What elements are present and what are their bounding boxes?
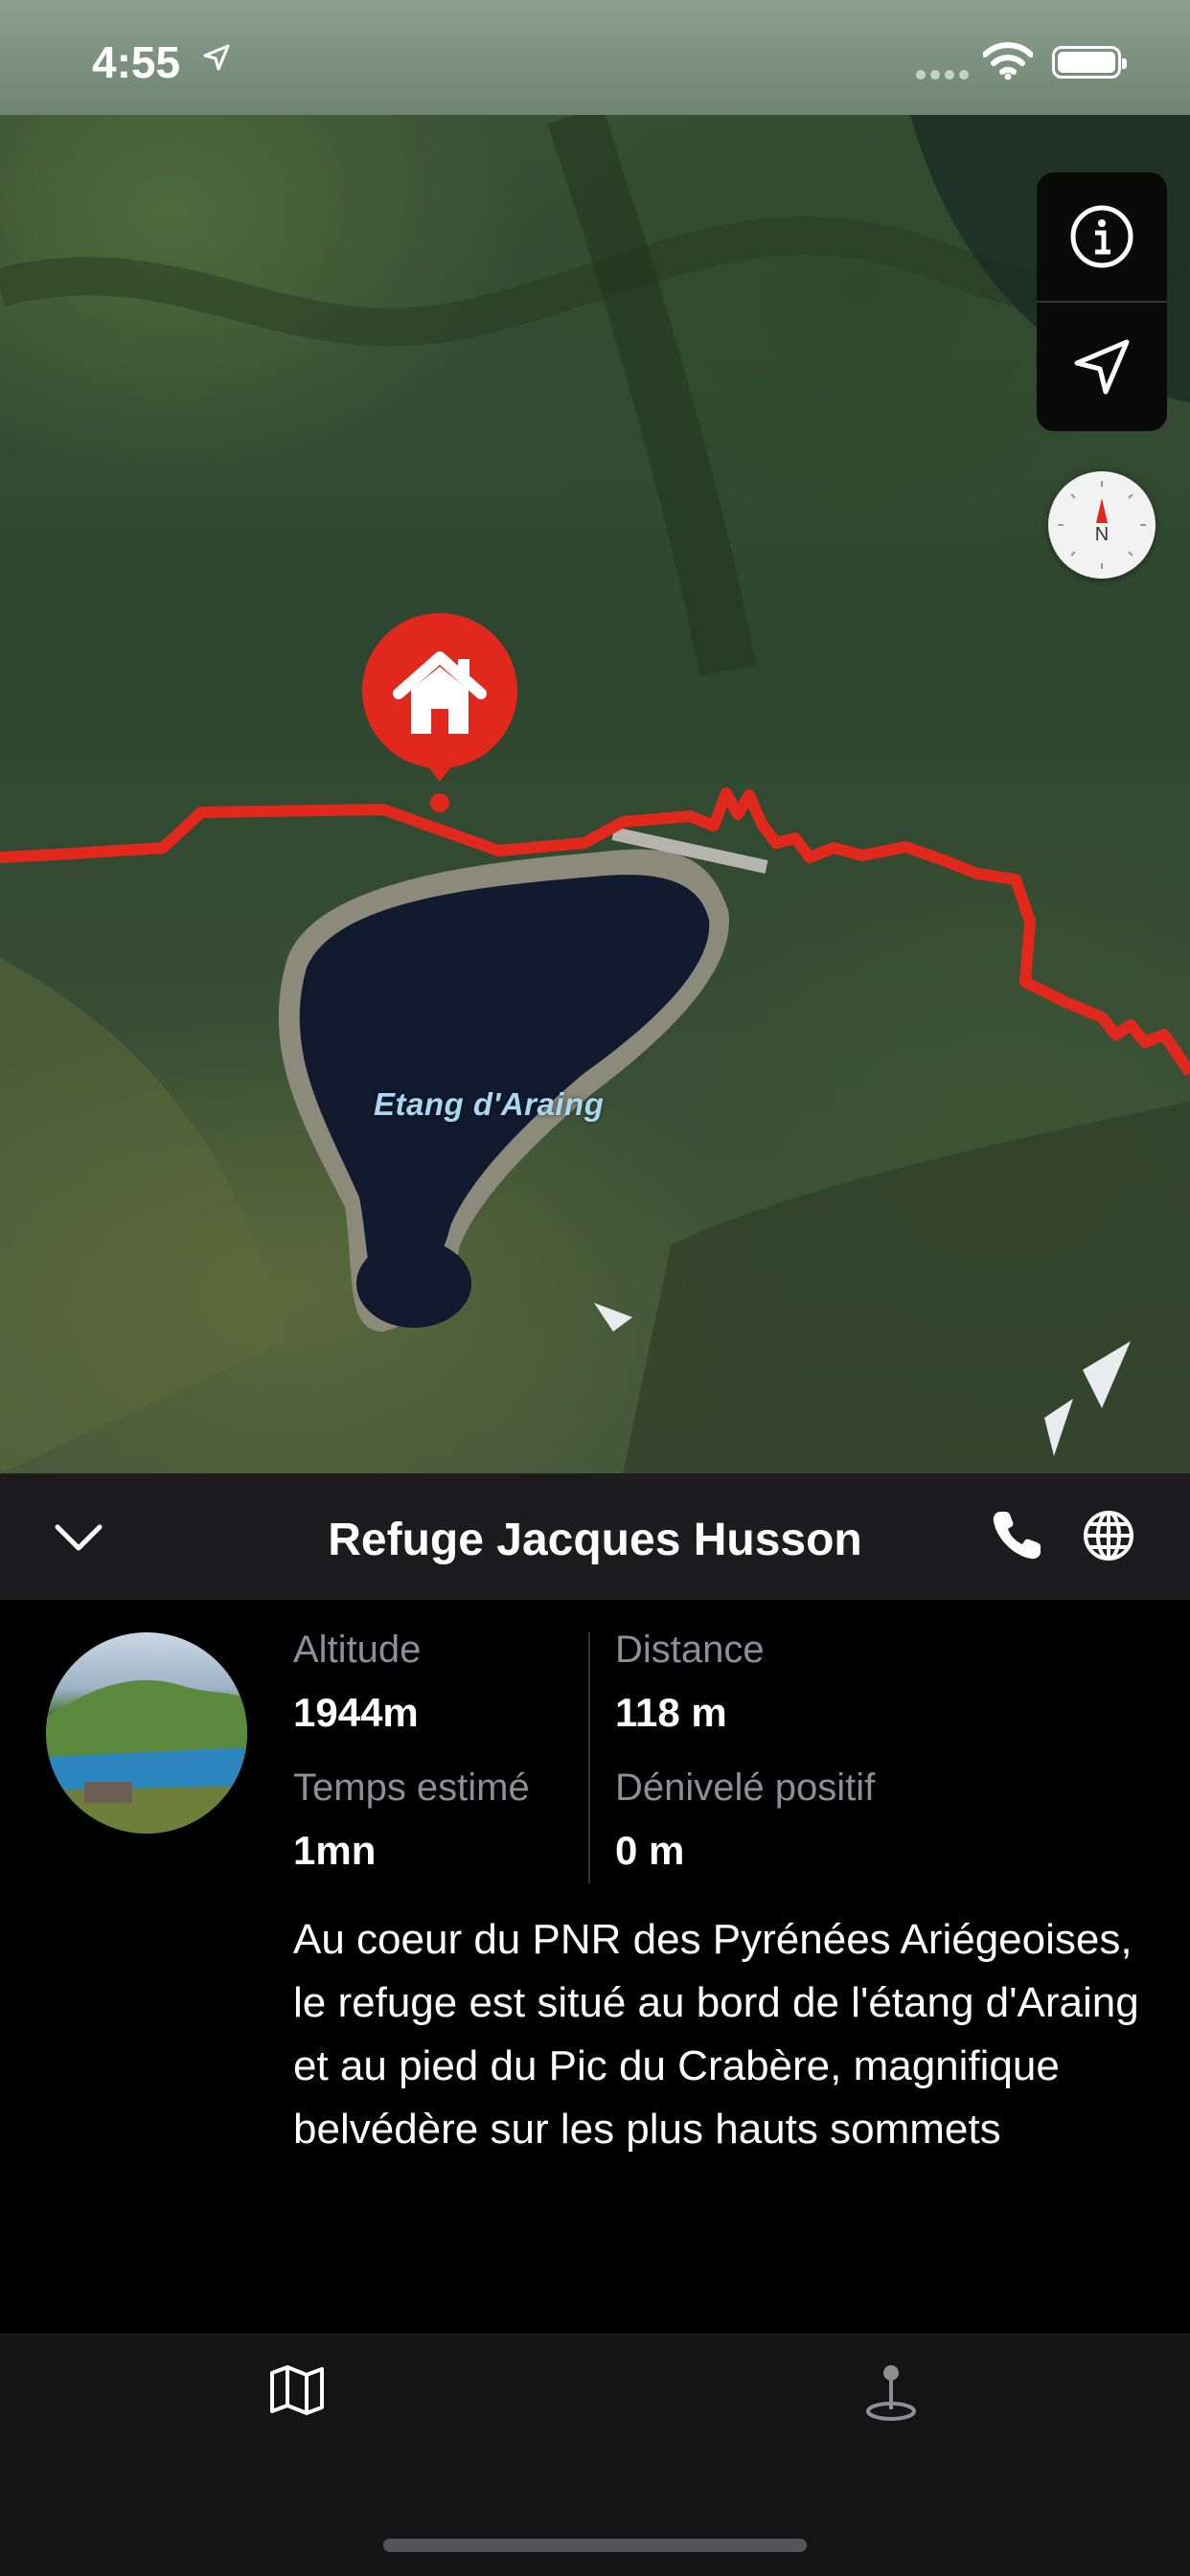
- duration-label: Temps estimé: [293, 1767, 530, 1809]
- place-details: Altitude 1944m Temps estimé 1mn Distance…: [0, 1600, 1190, 2334]
- refuge-pin[interactable]: [358, 609, 521, 825]
- wifi-icon: [983, 42, 1033, 80]
- stats-divider: [588, 1632, 590, 1883]
- locate-me-button[interactable]: [1037, 303, 1167, 431]
- map-view[interactable]: Etang d'Araing: [0, 0, 1190, 1473]
- place-description: Au coeur du PNR des Pyrénées Ariégeoises…: [293, 1916, 1139, 2153]
- pin-icon[interactable]: [862, 2361, 920, 2423]
- home-indicator[interactable]: [383, 2539, 807, 2552]
- battery-icon: [1052, 46, 1127, 79]
- refuge-photo[interactable]: [46, 1632, 247, 1834]
- elevation-gain-label: Dénivelé positif: [615, 1767, 876, 1809]
- map-controls: [1037, 172, 1167, 431]
- map-terrain: [0, 105, 1190, 1473]
- compass-icon: N: [1058, 481, 1146, 569]
- location-arrow-icon: [1074, 339, 1130, 395]
- info-button[interactable]: [1037, 172, 1167, 303]
- signal-icon: [916, 70, 969, 80]
- info-icon: [1070, 205, 1133, 268]
- altitude-value: 1944m: [293, 1690, 419, 1735]
- location-services-icon: [203, 44, 230, 71]
- svg-text:N: N: [1095, 524, 1109, 545]
- distance-value: 118 m: [615, 1690, 727, 1735]
- globe-icon[interactable]: [1081, 1508, 1136, 1563]
- altitude-label: Altitude: [293, 1629, 422, 1671]
- map-icon[interactable]: [268, 2363, 326, 2417]
- elevation-gain-value: 0 m: [615, 1828, 685, 1873]
- phone-icon[interactable]: [989, 1508, 1044, 1563]
- status-bar: 4:55: [0, 0, 1190, 115]
- place-sheet-header: Refuge Jacques Husson: [0, 1473, 1190, 1600]
- distance-label: Distance: [615, 1629, 765, 1671]
- compass-button[interactable]: N: [1048, 471, 1156, 579]
- lake-label: Etang d'Araing: [374, 1086, 605, 1122]
- duration-value: 1mn: [293, 1828, 377, 1873]
- status-time: 4:55: [92, 37, 181, 87]
